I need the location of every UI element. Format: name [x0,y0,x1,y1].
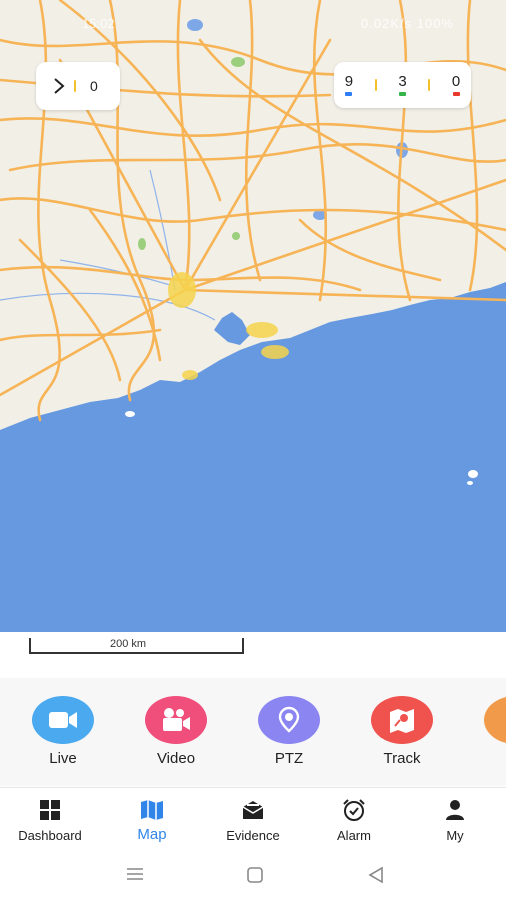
home-square-icon[interactable] [246,866,264,884]
tab-evidence[interactable]: Evidence [203,798,303,843]
evidence-icon [242,801,264,819]
live-label: Live [49,750,77,767]
ptz-camera-icon[interactable] [258,696,320,744]
map-icon [141,800,163,820]
status-time: 15:02 [82,16,115,31]
track-map-icon[interactable] [371,696,433,744]
active-indicator [399,92,406,96]
online-indicator [345,92,353,96]
active-count-value: 3 [398,73,407,90]
device-count: 0 [90,78,98,94]
online-count-value: 9 [344,73,354,90]
menu-icon[interactable] [125,866,145,882]
quick-actions: Live Video PTZ Track In [0,678,506,786]
alarm-clock-icon [343,799,365,821]
video-label: Video [156,750,196,767]
track-label: Track [383,750,421,767]
status-bar: 15:02 0.02K/s 100% [0,14,506,36]
ptz-label: PTZ [274,750,304,767]
tab-map-label: Map [137,826,167,843]
separator [428,79,431,91]
system-nav-bar [0,850,506,900]
alarm-count-value: 0 [451,73,461,90]
video-playback-icon[interactable] [145,696,207,744]
device-status-summary[interactable]: 9 3 0 [334,62,471,108]
tab-my-label: My [446,828,464,843]
status-indicators: 0.02K/s 100% [361,16,454,31]
bottom-tab-bar: Dashboard Map Evidence Alarm My [0,787,506,850]
active-count[interactable]: 3 [398,73,407,96]
alarm-indicator [452,92,460,96]
tab-alarm[interactable]: Alarm [304,798,404,843]
person-icon [446,800,464,820]
device-list-card[interactable]: 0 [36,62,120,110]
in-label: In [475,750,506,767]
dashboard-icon [40,800,60,820]
back-triangle-icon[interactable] [367,866,385,884]
tab-dashboard-label: Dashboard [18,828,82,843]
separator [74,80,76,92]
tab-alarm-label: Alarm [337,828,371,843]
track-action[interactable]: Track [362,696,442,767]
partial-icon[interactable] [484,696,506,744]
alarm-count[interactable]: 0 [452,74,460,96]
separator [374,79,377,91]
tab-dashboard[interactable]: Dashboard [0,798,100,843]
ptz-action[interactable]: PTZ [249,696,329,767]
tab-map[interactable]: Map [102,798,202,843]
video-action[interactable]: Video [136,696,216,767]
scale-label: 200 km [110,638,147,650]
tab-my[interactable]: My [405,798,505,843]
live-action[interactable]: Live [23,696,103,767]
map-view[interactable]: 15:02 0.02K/s 100% 0 9 3 0 [0,0,506,632]
online-count[interactable]: 9 [345,74,353,96]
video-camera-icon[interactable] [32,696,94,744]
tab-evidence-label: Evidence [226,828,280,843]
chevron-right-icon[interactable] [50,77,68,95]
in-action[interactable]: In [475,696,506,767]
